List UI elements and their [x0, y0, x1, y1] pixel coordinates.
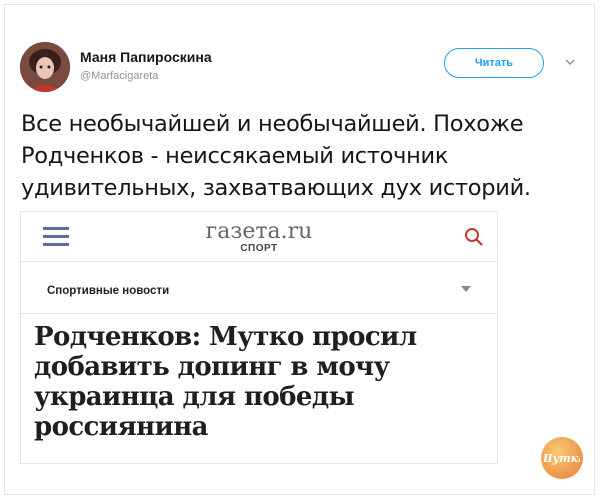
headline-line: украинца для победы: [34, 382, 355, 412]
tweet-text-line: Родченков - неиссякаемый источник: [21, 143, 449, 169]
logo-main-text: газета.ru: [205, 219, 313, 244]
tweet-text: Все необычайшей и необычайшей. Похоже Ро…: [21, 108, 581, 204]
avatar[interactable]: [20, 42, 70, 92]
avatar-image: [20, 42, 70, 92]
tweet-header: Маня Папироскина @Marfacigareta Читать: [20, 42, 580, 96]
divider: [21, 313, 497, 314]
headline-line: россиянина: [34, 412, 208, 442]
author-name[interactable]: Маня Папироскина: [80, 49, 212, 65]
follow-button[interactable]: Читать: [444, 48, 544, 78]
tweet-text-line: удивительных, захватвающих дух историй.: [21, 175, 531, 201]
logo-sub-text: СПОРТ: [240, 243, 278, 254]
svg-text:Шутка: Шутка: [544, 452, 580, 465]
divider: [21, 261, 497, 262]
hamburger-menu-icon[interactable]: [43, 225, 69, 247]
watermark-logo: Шутка: [541, 437, 583, 479]
site-logo[interactable]: газета.ru СПОРТ: [169, 219, 349, 255]
headline-line: добавить допинг в мочу: [34, 352, 390, 382]
chevron-down-icon[interactable]: [564, 56, 576, 68]
search-icon[interactable]: [463, 226, 485, 248]
tweet-text-line: Все необычайшей и необычайшей. Похоже: [21, 111, 524, 137]
embedded-screenshot-card[interactable]: газета.ru СПОРТ Спортивные новости Родче…: [20, 211, 498, 464]
watermark-logo-lettering: Шутка: [544, 452, 580, 465]
dropdown-triangle-icon[interactable]: [461, 285, 471, 293]
article-headline[interactable]: Родченков: Мутко просил добавить допинг …: [34, 322, 489, 442]
author-handle[interactable]: @Marfacigareta: [80, 70, 158, 82]
section-label[interactable]: Спортивные новости: [47, 285, 169, 297]
headline-line: Родченков: Мутко просил: [34, 322, 417, 352]
